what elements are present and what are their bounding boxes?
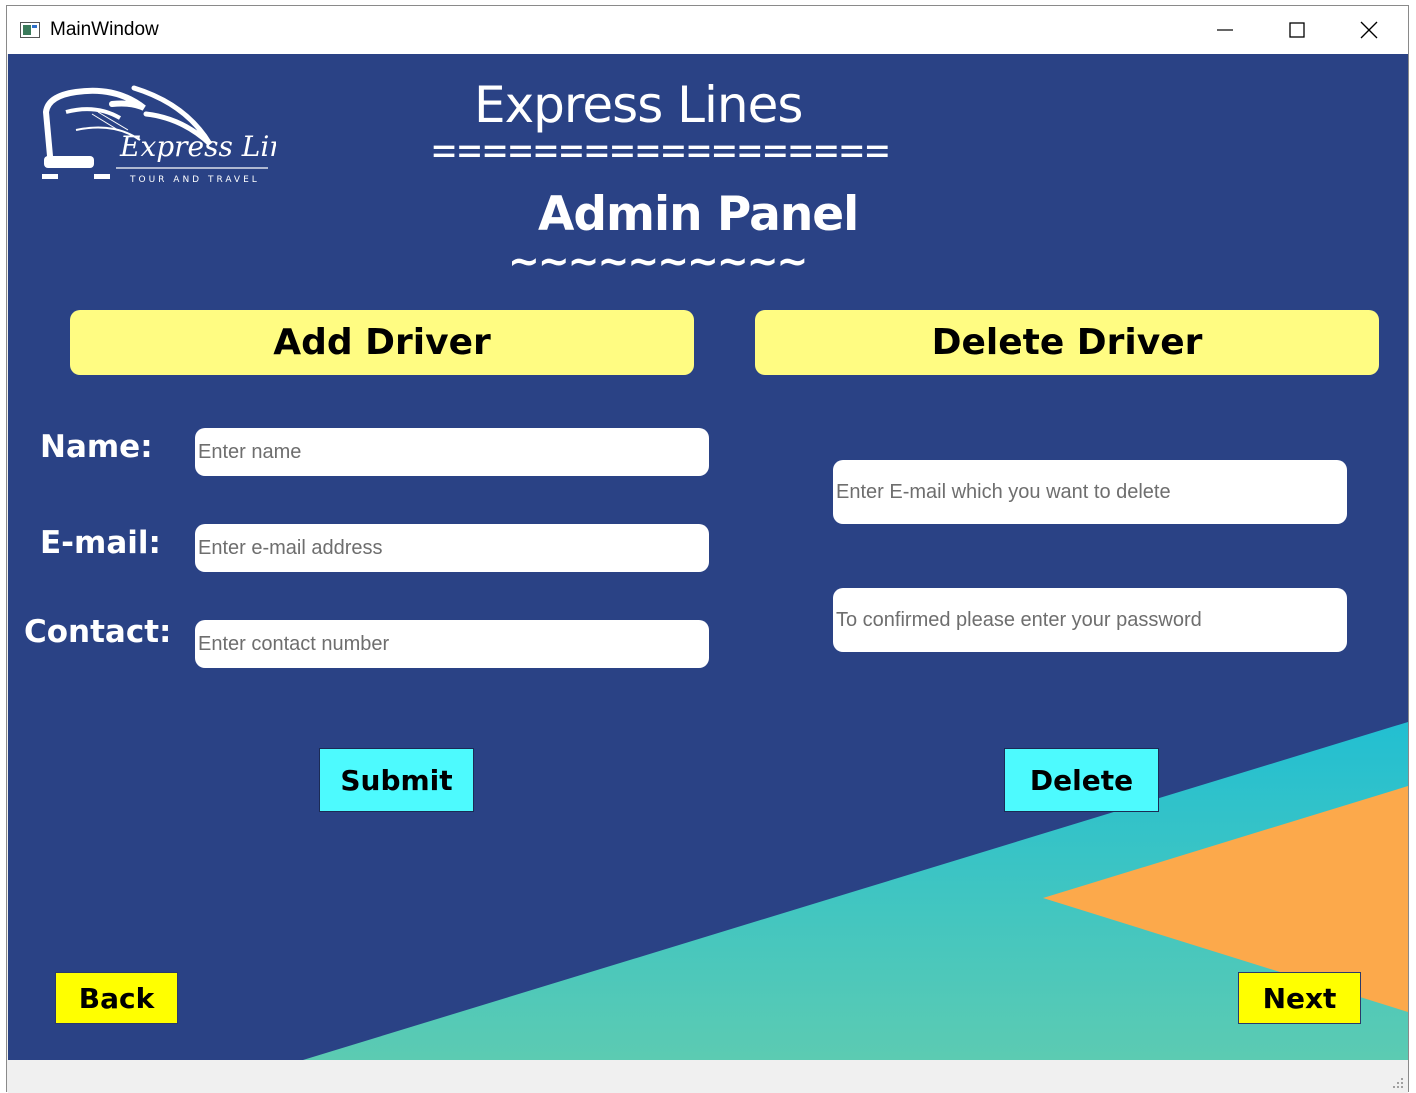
main-window: MainWindow Express Li TOUR AND TRAVEL Ex… (6, 5, 1409, 1093)
driver-email-input[interactable] (195, 524, 709, 572)
driver-name-input[interactable] (195, 428, 709, 476)
minimize-icon (1217, 29, 1233, 31)
logo-tagline-text: TOUR AND TRAVEL (129, 175, 260, 185)
title-bar[interactable]: MainWindow (7, 6, 1408, 54)
page-title-underline: ~~~~~~~~~~ (508, 246, 808, 276)
admin-panel-view: Express Lines TOUR AND TRAVEL Express Li… (8, 54, 1408, 1060)
driver-contact-input[interactable] (195, 620, 709, 668)
express-lines-logo: Express Lines TOUR AND TRAVEL (42, 85, 276, 185)
app-window-icon (20, 22, 40, 38)
status-bar (8, 1060, 1408, 1093)
maximize-button[interactable] (1261, 6, 1333, 54)
page-title: Admin Panel (538, 187, 859, 242)
delete-button[interactable]: Delete (1004, 748, 1159, 812)
resize-grip-icon[interactable] (1392, 1077, 1404, 1089)
close-button[interactable] (1333, 6, 1405, 54)
logo-brand-text: Express Lines (119, 130, 276, 163)
submit-button[interactable]: Submit (319, 748, 474, 812)
title-underline: ================== (432, 136, 891, 166)
back-button[interactable]: Back (55, 972, 178, 1024)
name-label: Name: (40, 429, 153, 465)
window-title: MainWindow (50, 19, 159, 40)
confirm-password-input[interactable] (833, 588, 1347, 652)
close-icon (1360, 21, 1378, 39)
app-title: Express Lines (474, 76, 803, 134)
email-label: E-mail: (40, 525, 161, 561)
minimize-button[interactable] (1189, 6, 1261, 54)
contact-label: Contact: (24, 614, 172, 650)
add-driver-heading: Add Driver (70, 310, 694, 375)
delete-email-input[interactable] (833, 460, 1347, 524)
maximize-icon (1289, 22, 1305, 38)
delete-driver-heading: Delete Driver (755, 310, 1379, 375)
next-button[interactable]: Next (1238, 972, 1361, 1024)
